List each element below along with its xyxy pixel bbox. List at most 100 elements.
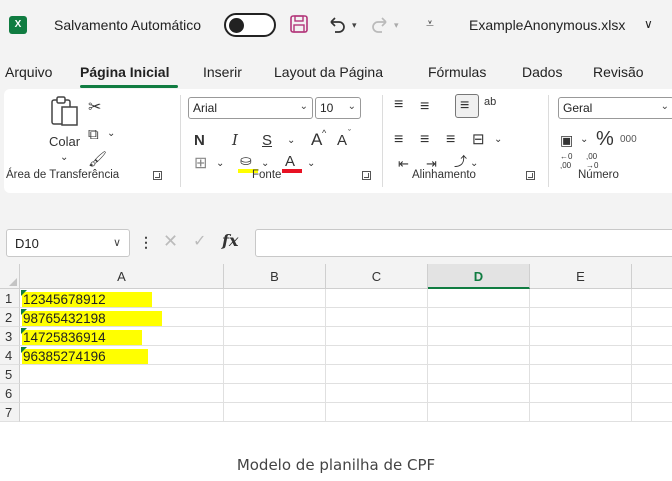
copy-icon[interactable]: ⧉ bbox=[88, 127, 99, 142]
underline-dropdown-icon[interactable]: ⌄ bbox=[287, 136, 295, 146]
align-center-icon[interactable]: ≡ bbox=[420, 132, 429, 148]
row-header[interactable]: 2 bbox=[0, 308, 20, 327]
formula-bar-grip-icon[interactable]: ⋮ bbox=[139, 234, 153, 251]
orientation-icon[interactable]: ⤴ bbox=[454, 155, 467, 168]
column-header-a[interactable]: A bbox=[20, 264, 224, 289]
tab-formulas[interactable]: Fórmulas bbox=[428, 64, 486, 80]
thousands-separator-button[interactable]: 000 bbox=[620, 135, 637, 145]
redo-dropdown-icon[interactable]: ▾ bbox=[394, 20, 399, 31]
column-header-f[interactable] bbox=[632, 264, 672, 289]
save-icon[interactable] bbox=[289, 14, 309, 34]
currency-dropdown-icon[interactable]: ⌄ bbox=[580, 135, 588, 145]
paste-label[interactable]: Colar bbox=[49, 135, 80, 148]
cell[interactable] bbox=[428, 384, 530, 403]
borders-icon[interactable]: ⊞ bbox=[194, 156, 207, 172]
borders-dropdown-icon[interactable]: ⌄ bbox=[216, 159, 224, 169]
row-header[interactable]: 1 bbox=[0, 289, 20, 308]
column-header-e[interactable]: E bbox=[530, 264, 632, 289]
cut-icon[interactable]: ✂ bbox=[88, 100, 101, 116]
merge-center-icon[interactable]: ⊟ bbox=[472, 132, 485, 147]
align-middle-icon[interactable]: ≡ bbox=[420, 99, 429, 115]
cell[interactable] bbox=[632, 403, 672, 422]
cell[interactable] bbox=[530, 365, 632, 384]
cell[interactable] bbox=[632, 308, 672, 327]
cell[interactable] bbox=[20, 384, 224, 403]
row-header[interactable]: 5 bbox=[0, 365, 20, 384]
paste-icon[interactable] bbox=[50, 95, 80, 127]
row-header[interactable]: 7 bbox=[0, 403, 20, 422]
cell[interactable] bbox=[530, 327, 632, 346]
cell[interactable] bbox=[530, 289, 632, 308]
font-color-button[interactable]: A bbox=[285, 154, 295, 169]
fill-color-dropdown-icon[interactable]: ⌄ bbox=[261, 159, 269, 169]
row-header[interactable]: 6 bbox=[0, 384, 20, 403]
cell[interactable] bbox=[224, 384, 326, 403]
cell[interactable] bbox=[428, 308, 530, 327]
cell[interactable] bbox=[428, 365, 530, 384]
error-indicator-icon[interactable] bbox=[21, 309, 27, 315]
clipboard-launcher-icon[interactable] bbox=[153, 171, 162, 180]
undo-icon[interactable] bbox=[326, 13, 348, 35]
cell[interactable] bbox=[530, 384, 632, 403]
cell[interactable] bbox=[428, 346, 530, 365]
tab-pagina-inicial[interactable]: Página Inicial bbox=[80, 64, 169, 80]
cell[interactable] bbox=[20, 365, 224, 384]
row-header[interactable]: 4 bbox=[0, 346, 20, 365]
redo-icon[interactable] bbox=[369, 13, 391, 35]
cell[interactable] bbox=[530, 308, 632, 327]
cancel-entry-icon[interactable]: ✕ bbox=[163, 231, 178, 252]
cell[interactable] bbox=[326, 365, 428, 384]
percent-button[interactable]: % bbox=[596, 129, 614, 149]
cell[interactable] bbox=[224, 289, 326, 308]
shrink-font-button[interactable]: A bbox=[337, 133, 347, 148]
cell[interactable] bbox=[326, 384, 428, 403]
cell[interactable] bbox=[326, 308, 428, 327]
paste-dropdown-icon[interactable]: ⌄ bbox=[60, 153, 68, 163]
error-indicator-icon[interactable] bbox=[21, 290, 27, 296]
align-top-icon[interactable]: ≡ bbox=[394, 97, 403, 113]
cell[interactable] bbox=[632, 327, 672, 346]
cell[interactable] bbox=[530, 403, 632, 422]
cell[interactable] bbox=[326, 403, 428, 422]
column-header-d[interactable]: D bbox=[428, 264, 530, 289]
column-header-b[interactable]: B bbox=[224, 264, 326, 289]
cell[interactable] bbox=[326, 327, 428, 346]
file-name[interactable]: ExampleAnonymous.xlsx bbox=[469, 17, 625, 33]
cell[interactable] bbox=[530, 346, 632, 365]
grow-font-button[interactable]: A bbox=[311, 131, 322, 148]
formula-input[interactable] bbox=[255, 229, 672, 257]
cell[interactable] bbox=[224, 365, 326, 384]
confirm-entry-icon[interactable]: ✓ bbox=[193, 231, 206, 251]
customize-toolbar-icon[interactable]: ⩡ bbox=[426, 15, 434, 32]
align-right-icon[interactable]: ≡ bbox=[446, 132, 455, 148]
tab-inserir[interactable]: Inserir bbox=[203, 64, 242, 80]
font-name-combo[interactable]: Arial ⌄ bbox=[188, 97, 313, 119]
select-all-button[interactable] bbox=[0, 264, 20, 289]
italic-button[interactable]: I bbox=[232, 133, 238, 148]
cell[interactable] bbox=[428, 327, 530, 346]
file-menu-chevron-icon[interactable]: ∨ bbox=[644, 17, 653, 31]
tab-layout-da-pagina[interactable]: Layout da Página bbox=[274, 64, 383, 80]
error-indicator-icon[interactable] bbox=[21, 347, 27, 353]
underline-button[interactable]: S bbox=[262, 133, 272, 148]
wrap-text-icon[interactable]: ab bbox=[484, 97, 496, 108]
currency-format-icon[interactable]: ▣ bbox=[560, 133, 573, 147]
number-format-combo[interactable]: Geral ⌄ bbox=[558, 97, 672, 119]
error-indicator-icon[interactable] bbox=[21, 328, 27, 334]
name-box[interactable]: D10 ∨ bbox=[6, 229, 130, 257]
align-bottom-button[interactable]: ≡ bbox=[455, 94, 479, 118]
cell[interactable] bbox=[326, 346, 428, 365]
decrease-indent-icon[interactable]: ⇤ bbox=[398, 157, 409, 170]
merge-dropdown-icon[interactable]: ⌄ bbox=[494, 135, 502, 145]
cell[interactable] bbox=[224, 346, 326, 365]
copy-dropdown-icon[interactable]: ⌄ bbox=[107, 129, 115, 139]
cell[interactable] bbox=[224, 308, 326, 327]
undo-dropdown-icon[interactable]: ▾ bbox=[352, 20, 357, 31]
cell[interactable] bbox=[224, 403, 326, 422]
tab-revisao[interactable]: Revisão bbox=[593, 64, 644, 80]
fill-color-icon[interactable]: ⛀ bbox=[240, 153, 252, 167]
insert-function-icon[interactable]: fx bbox=[222, 231, 238, 250]
column-header-c[interactable]: C bbox=[326, 264, 428, 289]
tab-dados[interactable]: Dados bbox=[522, 64, 562, 80]
alignment-launcher-icon[interactable] bbox=[526, 171, 535, 180]
